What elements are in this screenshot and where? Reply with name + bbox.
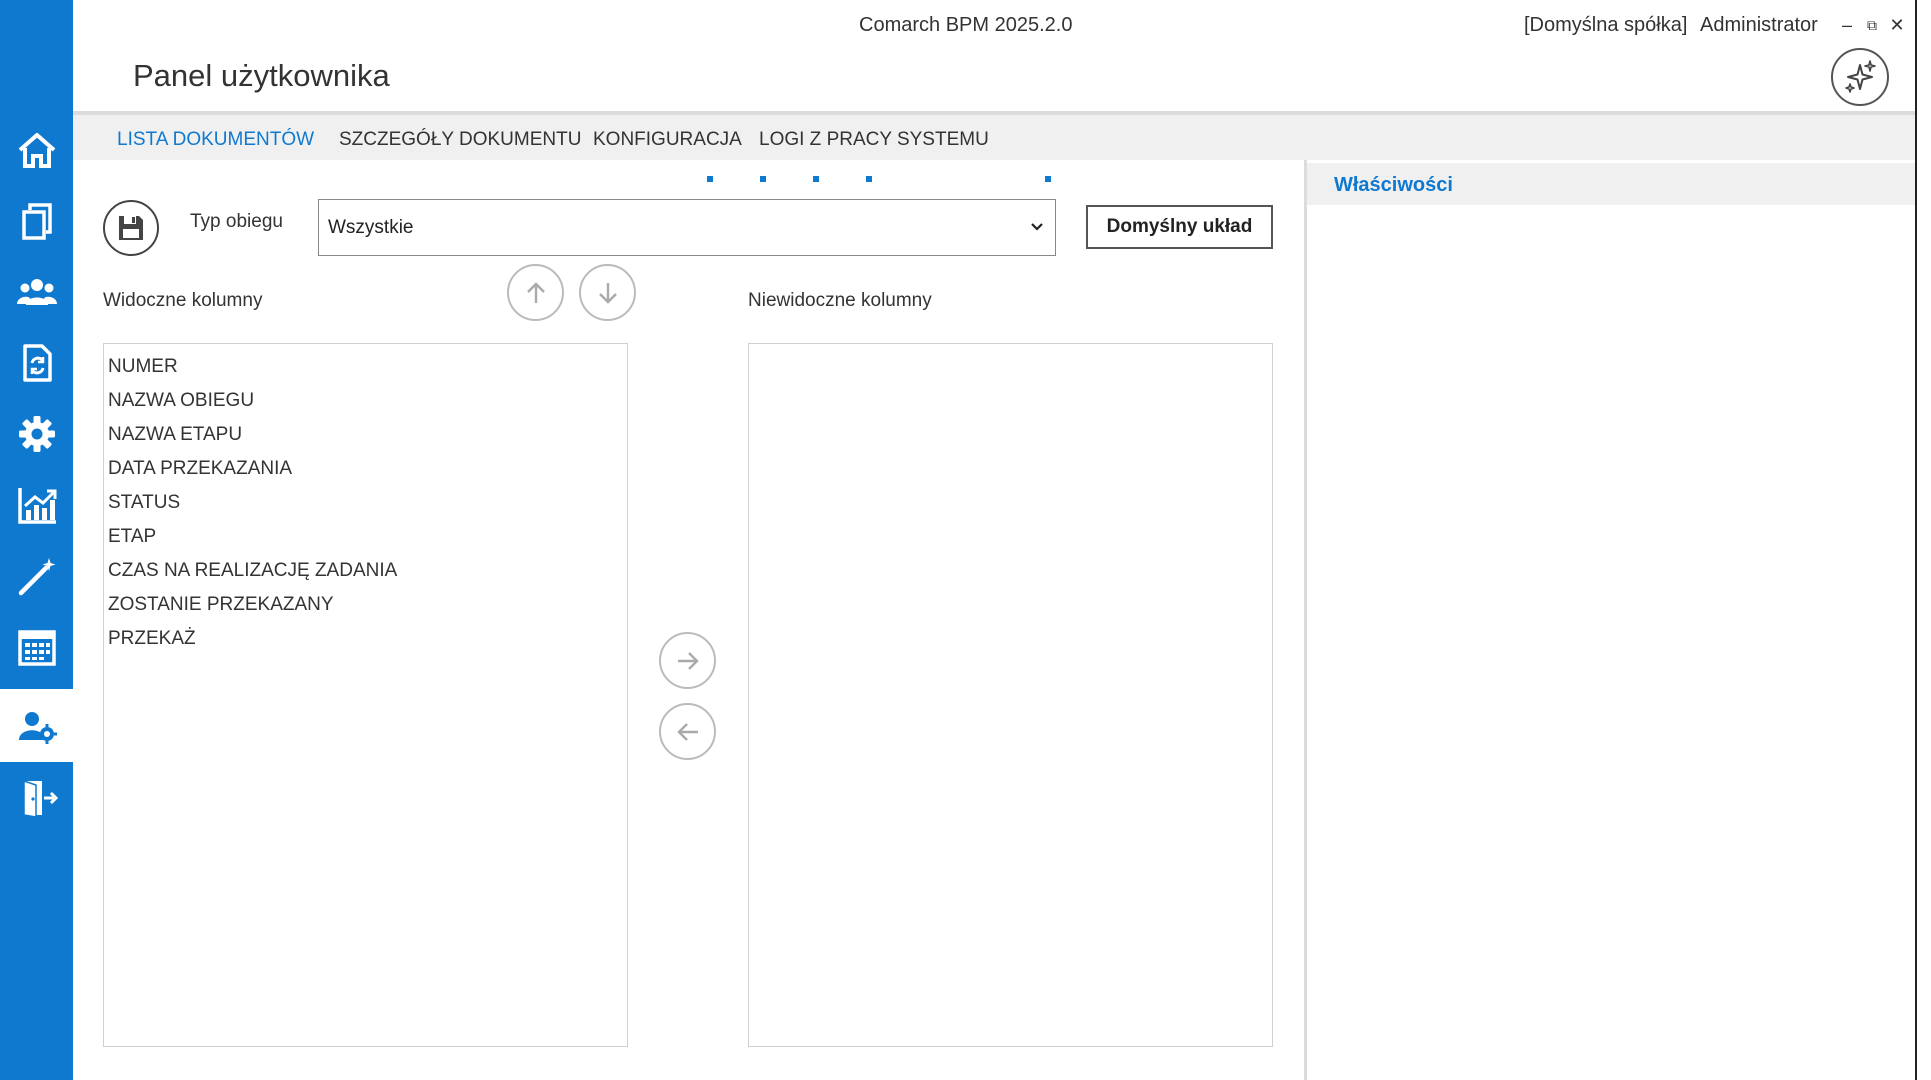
users-icon xyxy=(16,279,57,305)
user-settings-icon xyxy=(18,711,57,744)
arrow-left-icon xyxy=(676,722,698,741)
tab-document-details[interactable]: SZCZEGÓŁY DOKUMENTU xyxy=(339,129,581,151)
arrow-down-icon xyxy=(598,282,617,304)
visible-columns-label: Widoczne kolumny xyxy=(103,290,263,311)
properties-panel: Właściwości xyxy=(1304,160,1915,1080)
nav-user-panel[interactable] xyxy=(0,689,73,762)
home-icon xyxy=(18,133,55,168)
move-up-button[interactable] xyxy=(507,264,564,321)
nav-settings[interactable] xyxy=(0,398,73,470)
document-refresh-icon xyxy=(22,344,52,382)
tab-configuration[interactable]: KONFIGURACJA xyxy=(593,129,742,151)
list-item[interactable]: PRZEKAŻ xyxy=(104,622,627,656)
company-selector[interactable]: [Domyślna spółka] xyxy=(1524,14,1687,37)
nav-charts[interactable] xyxy=(0,469,73,541)
workflow-type-value: Wszystkie xyxy=(328,216,414,238)
list-item[interactable]: ZOSTANIE PRZEKAZANY xyxy=(104,588,627,622)
nav-users[interactable] xyxy=(0,256,73,328)
properties-title: Właściwości xyxy=(1334,174,1453,196)
chevron-down-icon xyxy=(1031,223,1043,231)
save-button[interactable] xyxy=(103,200,159,256)
user-name[interactable]: Administrator xyxy=(1700,14,1818,37)
loading-dot xyxy=(866,176,872,182)
side-navigation xyxy=(0,0,73,1080)
default-layout-button[interactable]: Domyślny układ xyxy=(1086,205,1273,249)
chart-icon xyxy=(17,488,56,524)
nav-documents[interactable] xyxy=(0,185,73,257)
loading-dot xyxy=(760,176,766,182)
properties-header: Właściwości xyxy=(1307,163,1915,205)
maximize-button[interactable]: ⧉ xyxy=(1861,14,1883,36)
move-down-button[interactable] xyxy=(579,264,636,321)
list-item[interactable]: CZAS NA REALIZACJĘ ZADANIA xyxy=(104,554,627,588)
workflow-type-label: Typ obiegu xyxy=(190,211,283,232)
loading-dot xyxy=(707,176,713,182)
move-to-hidden-button[interactable] xyxy=(659,632,716,689)
gear-icon xyxy=(18,416,55,452)
move-to-visible-button[interactable] xyxy=(659,703,716,760)
floppy-disk-icon xyxy=(119,216,143,240)
page-title: Panel użytkownika xyxy=(133,58,390,93)
loading-dot xyxy=(813,176,819,182)
loading-dot xyxy=(1045,176,1051,182)
list-item[interactable]: NUMER xyxy=(104,350,627,384)
visible-columns-list[interactable]: NUMER NAZWA OBIEGU NAZWA ETAPU DATA PRZE… xyxy=(103,343,628,1047)
nav-calendar[interactable] xyxy=(0,611,73,683)
close-button[interactable]: ✕ xyxy=(1886,14,1908,36)
magic-wand-icon xyxy=(18,558,55,596)
app-window: Comarch BPM 2025.2.0 [Domyślna spółka] A… xyxy=(0,0,1931,1080)
window-edge xyxy=(1915,0,1931,1080)
nav-wizard[interactable] xyxy=(0,540,73,612)
calendar-icon xyxy=(17,630,56,666)
hidden-columns-list[interactable] xyxy=(748,343,1273,1047)
app-title: Comarch BPM 2025.2.0 xyxy=(859,14,1073,36)
list-item[interactable]: STATUS xyxy=(104,486,627,520)
hidden-columns-label: Niewidoczne kolumny xyxy=(748,290,932,311)
tab-system-logs[interactable]: LOGI Z PRACY SYSTEMU xyxy=(759,129,989,151)
exit-icon xyxy=(22,779,58,818)
nav-logout[interactable] xyxy=(0,762,73,834)
arrow-up-icon xyxy=(526,281,545,303)
workflow-type-select[interactable]: Wszystkie xyxy=(318,199,1056,256)
minimize-button[interactable]: – xyxy=(1836,14,1858,36)
list-item[interactable]: NAZWA ETAPU xyxy=(104,418,627,452)
nav-document-refresh[interactable] xyxy=(0,327,73,399)
list-item[interactable]: ETAP xyxy=(104,520,627,554)
documents-icon xyxy=(21,203,52,240)
tab-bar: LISTA DOKUMENTÓW SZCZEGÓŁY DOKUMENTU KON… xyxy=(73,111,1915,160)
tab-document-list[interactable]: LISTA DOKUMENTÓW xyxy=(117,129,314,151)
list-item[interactable]: NAZWA OBIEGU xyxy=(104,384,627,418)
list-item[interactable]: DATA PRZEKAZANIA xyxy=(104,452,627,486)
ai-assistant-button[interactable] xyxy=(1831,48,1889,106)
arrow-right-icon xyxy=(677,651,699,670)
sparkles-icon xyxy=(1845,60,1876,93)
nav-home[interactable] xyxy=(0,114,73,186)
